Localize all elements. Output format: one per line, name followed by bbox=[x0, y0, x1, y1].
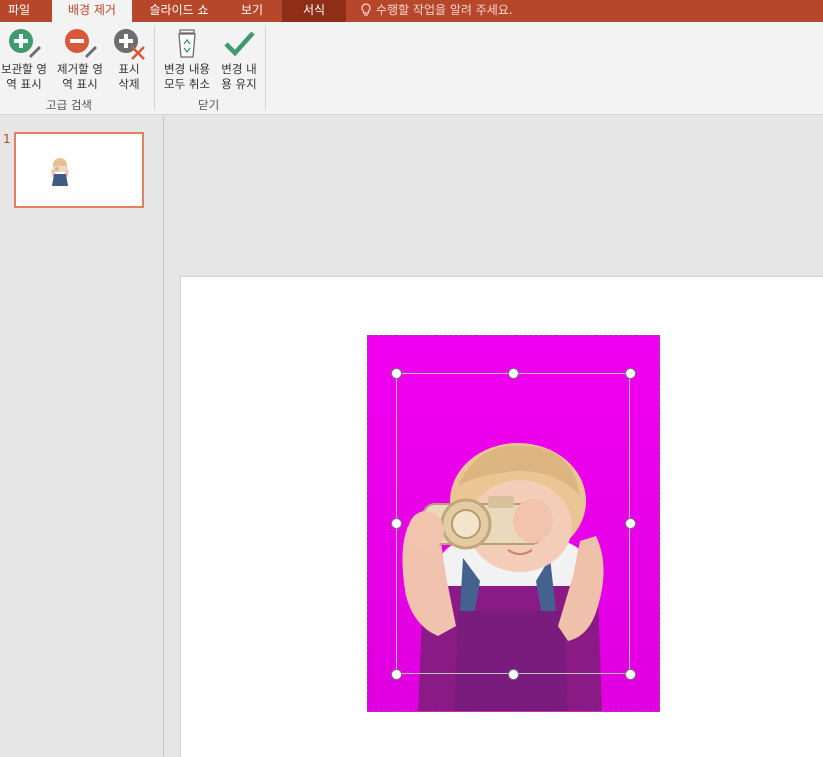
lightbulb-icon bbox=[361, 3, 371, 16]
resize-handle-top-right[interactable] bbox=[625, 368, 636, 379]
mark-remove-label-2: 역 표시 bbox=[62, 77, 98, 91]
discard-changes-button[interactable]: 변경 내용 모두 취소 bbox=[158, 26, 216, 92]
mark-remove-button[interactable]: 제거할 영 역 표시 bbox=[52, 26, 108, 92]
ribbon: 보관할 영 역 표시 제거할 영 역 표시 표시 삭제 고급 검색 변경 내용 … bbox=[0, 22, 823, 115]
resize-handle-left[interactable] bbox=[391, 518, 402, 529]
keep-changes-button[interactable]: 변경 내 용 유지 bbox=[216, 26, 262, 92]
mark-keep-button[interactable]: 보관할 영 역 표시 bbox=[0, 26, 52, 92]
minus-pencil-icon bbox=[65, 29, 97, 58]
mark-remove-label-1: 제거할 영 bbox=[57, 62, 103, 76]
slide-thumbnail[interactable] bbox=[14, 132, 144, 208]
tab-file[interactable]: 파일 bbox=[0, 0, 38, 22]
resize-handle-right[interactable] bbox=[625, 518, 636, 529]
keep-label-2: 용 유지 bbox=[221, 77, 257, 91]
tab-format[interactable]: 서식 bbox=[282, 0, 346, 22]
resize-handle-bottom[interactable] bbox=[508, 669, 519, 680]
ribbon-tab-bar: 파일 배경 제거 슬라이드 쇼 보기 서식 수행할 작업을 알려 주세요. bbox=[0, 0, 823, 22]
discard-label-2: 모두 취소 bbox=[164, 77, 210, 91]
resize-handle-bottom-right[interactable] bbox=[625, 669, 636, 680]
mark-keep-label-2: 역 표시 bbox=[6, 77, 42, 91]
group-separator bbox=[154, 26, 155, 110]
keep-label-1: 변경 내 bbox=[221, 62, 257, 76]
tab-background-removal[interactable]: 배경 제거 bbox=[52, 0, 132, 22]
discard-label-1: 변경 내용 bbox=[164, 62, 210, 76]
group-label-close: 닫기 bbox=[198, 98, 220, 112]
resize-handle-bottom-left[interactable] bbox=[391, 669, 402, 680]
slide-number: 1 bbox=[3, 132, 11, 146]
tab-slide-show[interactable]: 슬라이드 쇼 bbox=[138, 0, 220, 22]
delete-mark-icon bbox=[114, 29, 145, 60]
group-separator bbox=[265, 26, 266, 110]
mark-keep-label-1: 보관할 영 bbox=[1, 62, 47, 76]
resize-handle-top-left[interactable] bbox=[391, 368, 402, 379]
tell-me-text: 수행할 작업을 알려 주세요. bbox=[376, 3, 513, 17]
recycle-bin-icon bbox=[178, 29, 196, 58]
group-label-refine: 고급 검색 bbox=[46, 98, 92, 112]
slide-thumbnail-pane: 1 bbox=[0, 116, 164, 757]
plus-pencil-icon bbox=[9, 29, 41, 58]
thumbnail-photo bbox=[51, 158, 69, 186]
keep-area-marquee[interactable] bbox=[396, 373, 630, 674]
tab-view[interactable]: 보기 bbox=[230, 0, 274, 22]
checkmark-icon bbox=[224, 31, 255, 57]
delete-mark-button[interactable]: 표시 삭제 bbox=[110, 26, 148, 92]
tell-me-box[interactable]: 수행할 작업을 알려 주세요. bbox=[360, 0, 513, 22]
delete-mark-label-1: 표시 bbox=[118, 62, 140, 76]
delete-mark-label-2: 삭제 bbox=[118, 77, 140, 91]
resize-handle-top[interactable] bbox=[508, 368, 519, 379]
